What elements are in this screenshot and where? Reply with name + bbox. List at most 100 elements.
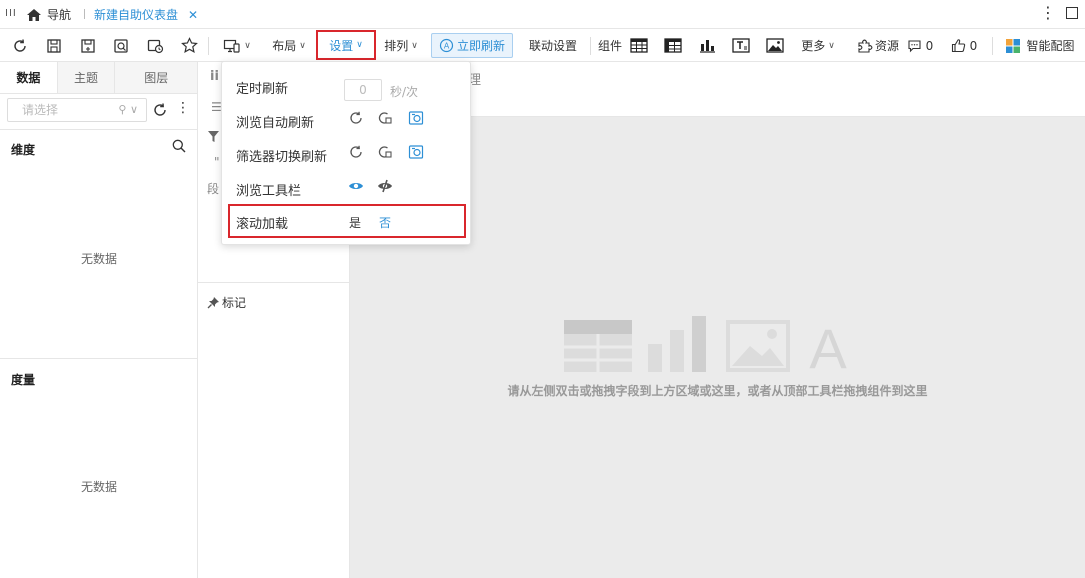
dataset-select[interactable]: 请选择 ⚲ ∨ <box>7 98 147 122</box>
filter-switch-refresh-label: 筛选器切换刷新 <box>236 150 328 165</box>
filter-icon[interactable] <box>207 130 220 143</box>
save-button[interactable] <box>44 29 64 62</box>
more-label: 更多 <box>801 39 826 53</box>
refresh-icon[interactable] <box>348 110 364 126</box>
canvas-hint-text: 请从左侧双击或拖拽字段到上方区域或这里，或者从顶部工具栏拖拽组件到这里 <box>507 384 928 398</box>
data-panel-tabs: 数据 主题 图层 <box>0 62 197 94</box>
close-tab-icon[interactable]: ✕ <box>188 8 198 22</box>
more-vertical-icon[interactable]: ⋮ <box>1040 3 1056 22</box>
scroll-load-yes-option[interactable]: 是 <box>349 214 361 231</box>
refresh-icon <box>14 38 26 52</box>
chevron-down-icon: ∨ <box>244 40 251 51</box>
refresh-icon[interactable] <box>152 102 168 118</box>
tab-data[interactable]: 数据 <box>0 62 58 93</box>
arrange-label: 排列 <box>384 39 409 53</box>
tab-theme[interactable]: 主题 <box>57 62 116 93</box>
auto-refresh-icon: A <box>439 38 454 53</box>
refresh-off-icon[interactable] <box>377 144 393 160</box>
chevron-down-icon: ∨ <box>411 40 418 51</box>
refresh-settings-icon[interactable] <box>408 110 424 126</box>
home-icon <box>27 8 41 21</box>
refresh-off-icon[interactable] <box>377 110 393 126</box>
dashboard-tab[interactable]: 新建自助仪表盘 ✕ <box>94 6 198 23</box>
svg-text:A: A <box>809 320 847 372</box>
like-button[interactable]: 0 <box>950 29 978 62</box>
data-panel: 数据 主题 图层 请选择 ⚲ ∨ ⋮ 维度 无数据 度量 无数据 <box>0 62 198 578</box>
dataset-select-placeholder: 请选择 <box>22 103 59 117</box>
scroll-load-no-option[interactable]: 否 <box>379 214 391 231</box>
table-component-button[interactable] <box>629 29 649 62</box>
comments-button[interactable]: 0 <box>905 29 935 62</box>
resources-label: 资源 <box>874 39 899 53</box>
crosstab-component-button[interactable] <box>663 29 683 62</box>
toolbar-divider <box>992 37 993 55</box>
nav-label: 导航 <box>47 8 72 22</box>
main-toolbar: ∨ 布局 ∨ 设置 ∨ 排列 ∨ A 立即刷新 联动设置 组件 更多 ∨ 资源 … <box>0 29 1085 62</box>
mark-section[interactable]: 标记 <box>207 294 246 311</box>
filter-switch-refresh-row: 筛选器切换刷新 <box>222 136 472 170</box>
tab-layer[interactable]: 图层 <box>115 62 197 93</box>
layout-button[interactable]: 布局 ∨ <box>268 29 310 62</box>
measure-title: 度量 <box>11 373 36 387</box>
thumbs-up-icon <box>951 39 965 53</box>
search-icon[interactable] <box>172 139 186 153</box>
resources-button[interactable]: 资源 <box>855 29 901 62</box>
eye-off-icon[interactable] <box>377 178 393 194</box>
schedule-button[interactable] <box>145 29 165 62</box>
likes-count: 0 <box>969 38 978 53</box>
maximize-icon[interactable] <box>1066 7 1078 19</box>
device-button[interactable]: ∨ <box>220 29 254 62</box>
mark-label: 标记 <box>222 296 247 310</box>
eye-icon[interactable] <box>348 178 364 194</box>
comments-count: 0 <box>925 38 934 53</box>
linkage-label: 联动设置 <box>528 39 577 53</box>
refresh-button[interactable] <box>10 29 30 62</box>
preview-button[interactable] <box>111 29 131 62</box>
star-icon <box>180 37 198 53</box>
search-dropdown-icons: ⚲ ∨ <box>118 103 138 116</box>
text-component-button[interactable] <box>731 29 751 62</box>
smart-chart-button[interactable]: 智能配图 <box>1004 29 1076 62</box>
quote-mark: " <box>214 155 220 169</box>
linkage-settings-button[interactable]: 联动设置 <box>527 29 579 62</box>
browse-auto-refresh-row: 浏览自动刷新 <box>222 102 472 136</box>
favorite-button[interactable] <box>179 29 199 62</box>
more-vertical-icon[interactable]: ⋮ <box>176 100 190 116</box>
save-as-button[interactable] <box>78 29 98 62</box>
menu-lines-icon[interactable]: III <box>5 8 17 19</box>
dimension-title: 维度 <box>11 143 36 157</box>
nav-home-button[interactable]: 导航 <box>26 6 71 23</box>
device-icon <box>224 39 240 53</box>
measure-empty: 无数据 <box>80 480 117 494</box>
settings-button[interactable]: 设置 ∨ <box>316 30 376 60</box>
settings-label: 设置 <box>329 38 354 53</box>
bar-chart-placeholder-icon <box>648 316 706 372</box>
timed-refresh-input[interactable]: 0 <box>344 79 382 101</box>
browse-auto-refresh-label: 浏览自动刷新 <box>236 116 315 131</box>
refresh-icon[interactable] <box>348 144 364 160</box>
puzzle-icon <box>858 39 873 53</box>
image-component-button[interactable] <box>765 29 785 62</box>
refresh-now-label: 立即刷新 <box>457 39 506 53</box>
crosstab-icon <box>664 38 682 53</box>
chevron-down-icon: ∨ <box>356 40 363 50</box>
svg-text:A: A <box>444 42 450 51</box>
pin-icon <box>207 297 219 309</box>
table-placeholder-icon <box>564 320 632 372</box>
chart-component-button[interactable] <box>697 29 717 62</box>
comment-icon <box>908 39 921 52</box>
refresh-now-button[interactable]: A 立即刷新 <box>431 33 514 58</box>
preview-icon <box>114 38 128 53</box>
refresh-settings-icon[interactable] <box>408 144 424 160</box>
image-placeholder-icon <box>726 320 790 372</box>
dimension-empty: 无数据 <box>80 252 117 266</box>
scroll-load-row: 滚动加载 是 否 <box>228 204 466 238</box>
smart-chart-label: 智能配图 <box>1026 39 1075 53</box>
smart-chart-icon <box>1006 38 1021 53</box>
chevron-down-icon: ∨ <box>828 40 835 51</box>
more-components-button[interactable]: 更多 ∨ <box>798 29 838 62</box>
arrange-button[interactable]: 排列 ∨ <box>380 29 422 62</box>
section-divider <box>0 358 198 359</box>
section-divider <box>198 282 350 283</box>
text-box-icon <box>732 38 750 53</box>
